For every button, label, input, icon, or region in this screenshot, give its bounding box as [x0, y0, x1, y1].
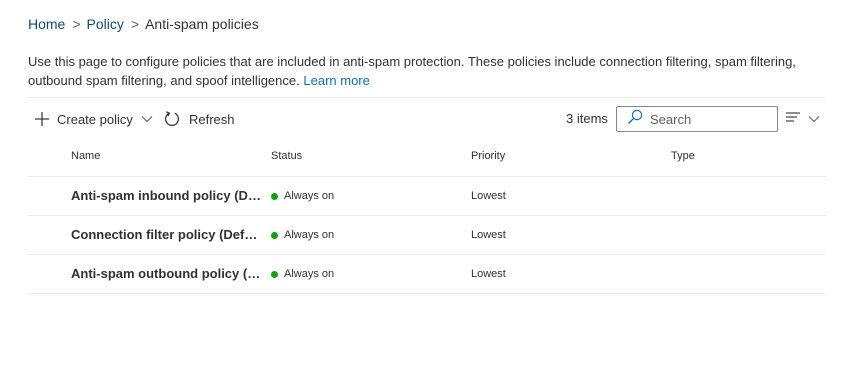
policy-name[interactable]: Anti-spam inbound policy (Default)	[71, 177, 263, 215]
table-row[interactable]: Anti-spam inbound policy (Default) Alway…	[28, 177, 826, 216]
create-policy-button[interactable]: Create policy	[34, 104, 153, 134]
policy-status: Always on	[271, 216, 334, 254]
refresh-button[interactable]: Refresh	[163, 104, 235, 134]
refresh-icon	[163, 110, 181, 128]
table-row[interactable]: Connection filter policy (Default) Alway…	[28, 216, 826, 255]
policy-status: Always on	[271, 177, 334, 215]
breadcrumb-policy[interactable]: Policy	[87, 14, 124, 34]
status-label: Always on	[284, 268, 335, 280]
table-header: Name Status Priority Type	[28, 138, 826, 177]
breadcrumb-current: Anti-spam policies	[145, 16, 259, 32]
policy-priority: Lowest	[471, 229, 506, 241]
anti-spam-policies-page: Home > Policy > Anti-spam policies Use t…	[0, 0, 854, 380]
status-label: Always on	[284, 229, 335, 241]
status-label: Always on	[284, 190, 335, 202]
items-count: 3 items	[566, 111, 608, 126]
column-header-priority[interactable]: Priority	[471, 138, 505, 174]
page-description: Use this page to configure policies that…	[28, 52, 818, 90]
column-header-name[interactable]: Name	[71, 138, 100, 174]
policy-priority: Lowest	[471, 190, 506, 202]
refresh-label: Refresh	[189, 111, 235, 127]
plus-icon	[34, 111, 50, 127]
status-dot-icon	[271, 270, 278, 278]
policy-priority: Lowest	[471, 268, 506, 280]
breadcrumb-separator: >	[130, 16, 140, 32]
description-text: Use this page to configure policies that…	[28, 54, 796, 88]
policy-name[interactable]: Anti-spam outbound policy (Default)	[71, 255, 263, 293]
search-box[interactable]	[616, 106, 778, 132]
divider	[28, 97, 826, 98]
policies-table: Name Status Priority Type Anti-spam inbo…	[28, 138, 826, 294]
status-dot-icon	[271, 192, 278, 200]
filter-lines-icon	[785, 110, 801, 128]
status-dot-icon	[271, 231, 278, 239]
command-bar: Create policy Refresh 3 items	[28, 104, 826, 134]
create-policy-label: Create policy	[57, 111, 133, 127]
search-icon	[627, 109, 643, 130]
column-header-status[interactable]: Status	[271, 138, 302, 174]
filter-button[interactable]	[785, 104, 820, 134]
chevron-down-icon	[808, 110, 820, 128]
policy-status: Always on	[271, 255, 334, 293]
policy-name[interactable]: Connection filter policy (Default)	[71, 216, 263, 254]
breadcrumb: Home > Policy > Anti-spam policies	[28, 14, 259, 34]
learn-more-link[interactable]: Learn more	[303, 73, 369, 88]
table-row[interactable]: Anti-spam outbound policy (Default) Alwa…	[28, 255, 826, 294]
search-input[interactable]	[650, 111, 770, 127]
breadcrumb-home[interactable]: Home	[28, 14, 65, 34]
breadcrumb-separator: >	[72, 16, 81, 32]
chevron-down-icon[interactable]	[141, 115, 153, 123]
column-header-type[interactable]: Type	[671, 138, 695, 174]
